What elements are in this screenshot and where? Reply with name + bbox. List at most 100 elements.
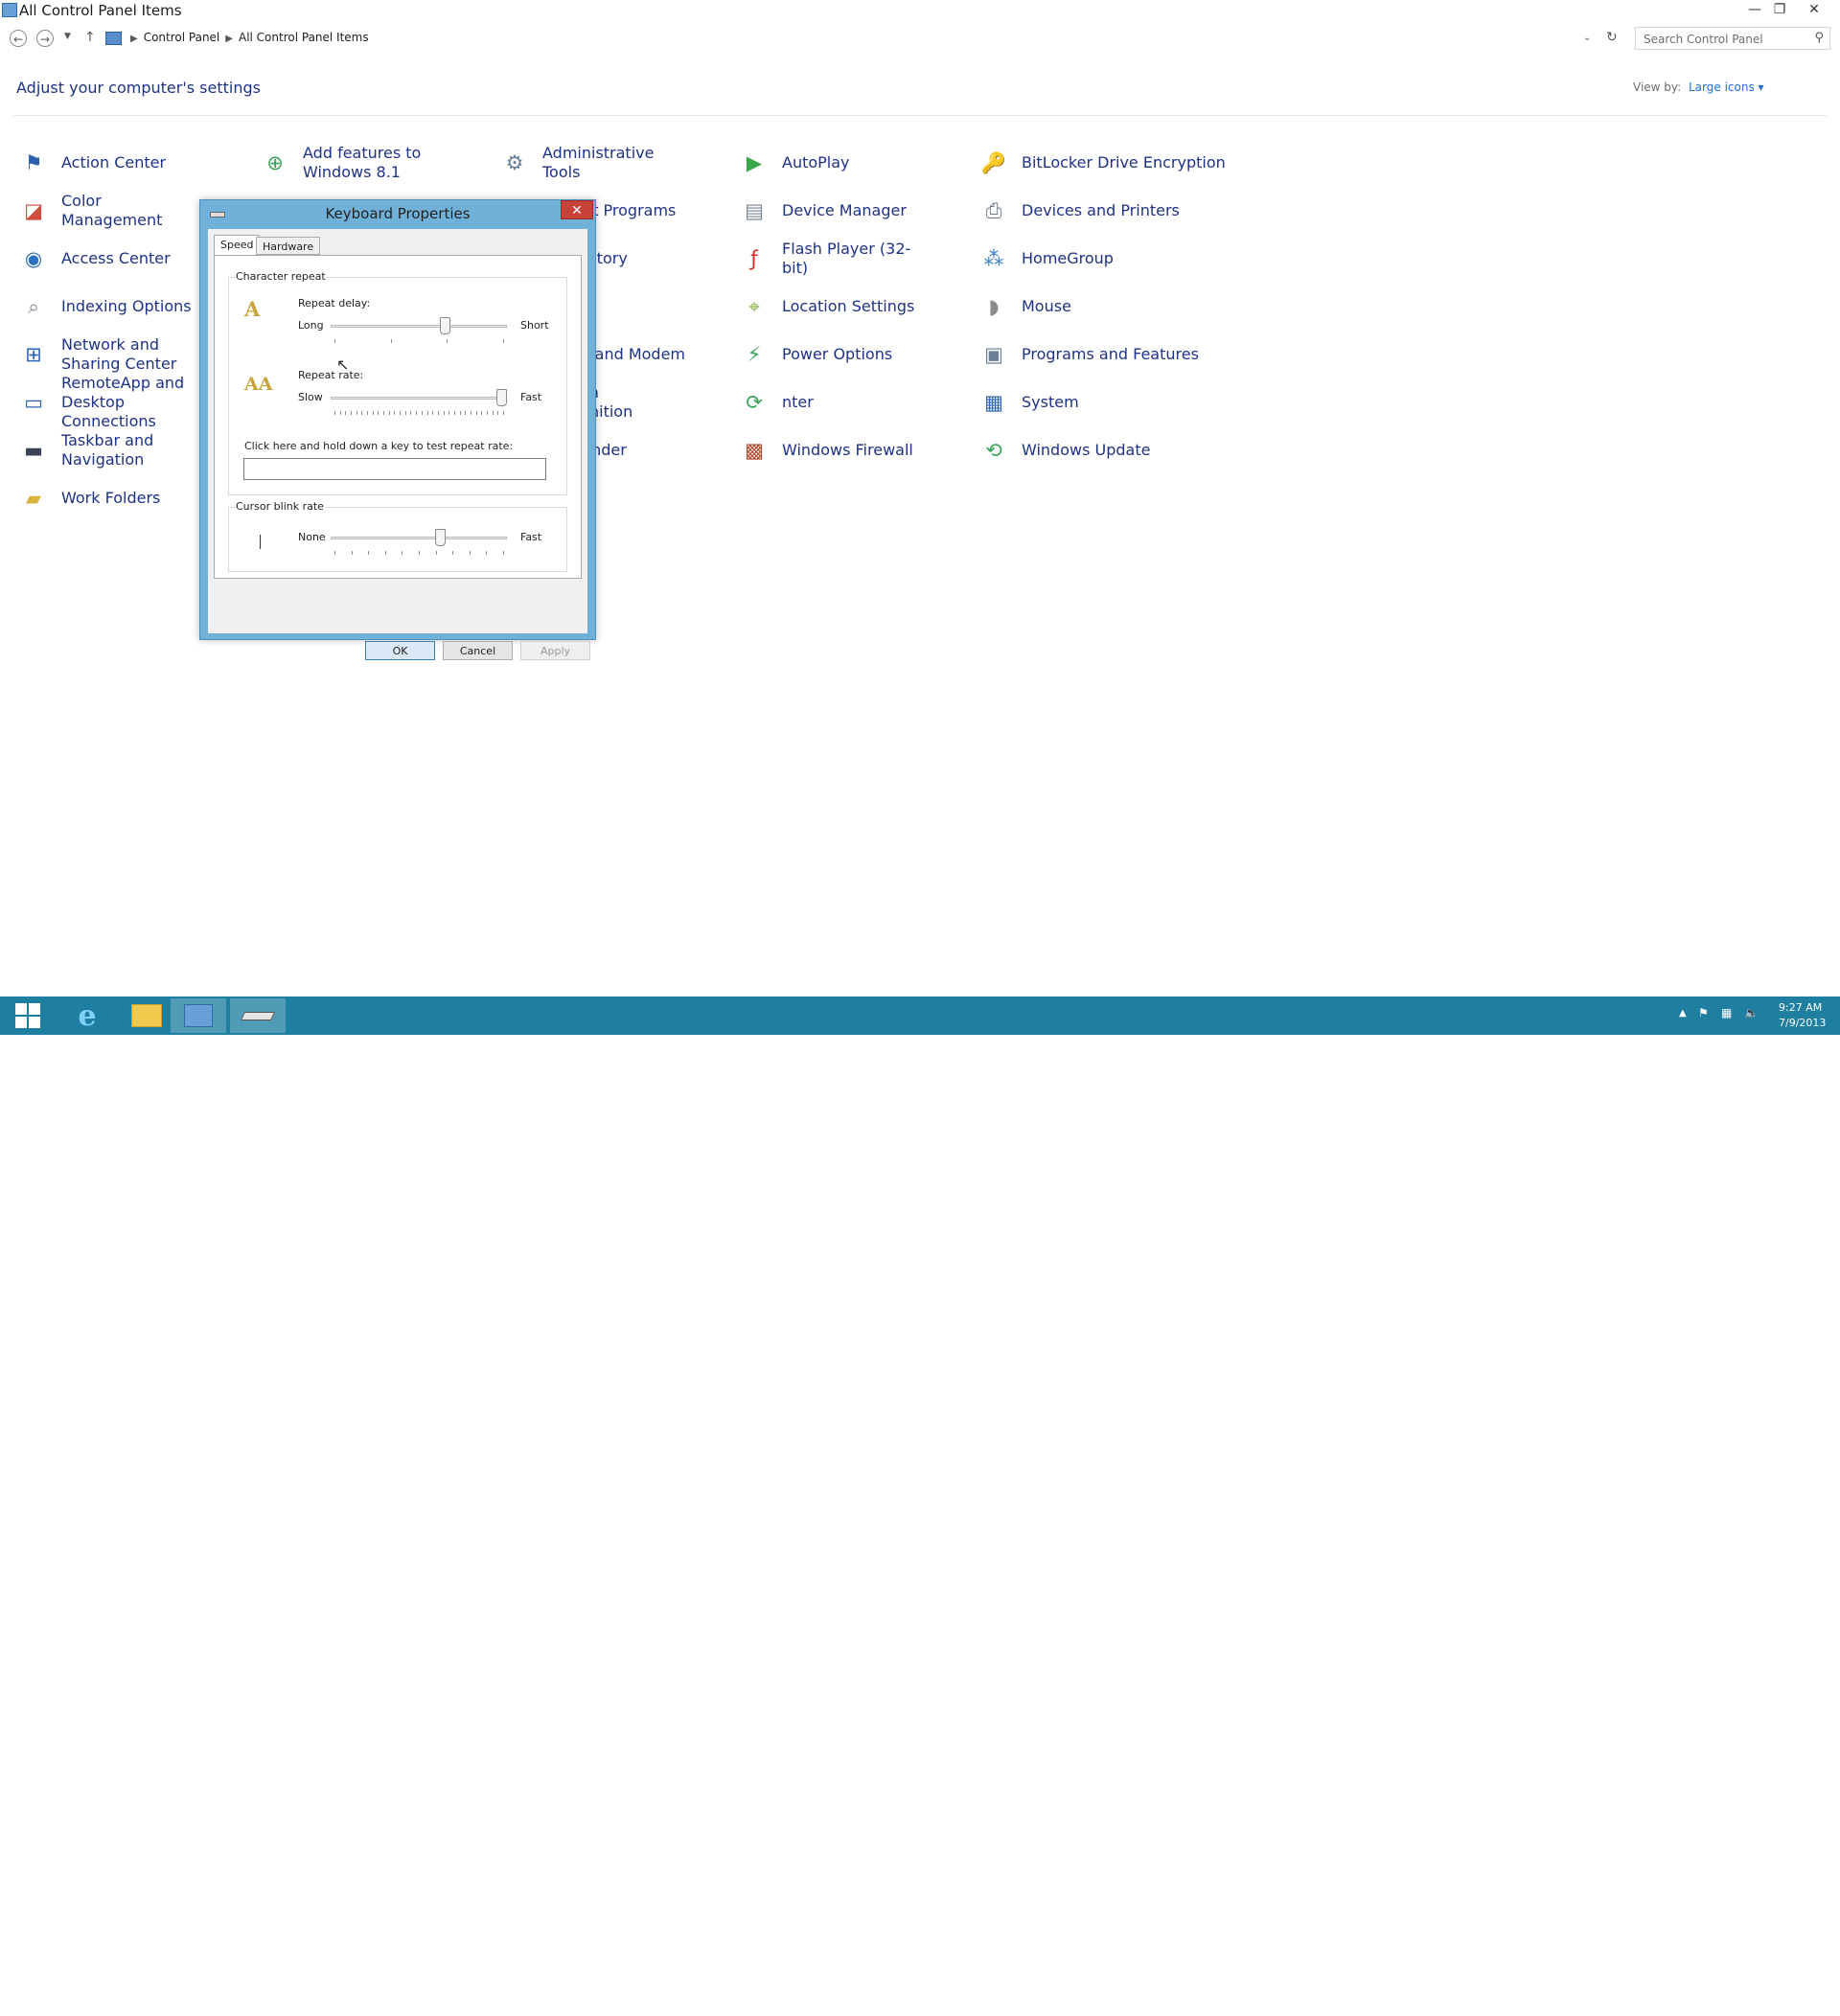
cp-item-label: Power Options — [782, 345, 893, 363]
control-panel-icon — [184, 1004, 213, 1027]
cp-item-admin-tools[interactable]: ⚙ Administrative Tools — [500, 144, 686, 182]
cp-item-sync-center[interactable]: ⟳ nter — [740, 383, 926, 422]
test-repeat-input[interactable] — [243, 458, 546, 480]
clock-time[interactable]: 9:27 AM — [1779, 1001, 1822, 1014]
forward-button[interactable]: → — [36, 30, 54, 47]
cp-item-label: Location Settings — [782, 297, 915, 315]
restore-button[interactable]: ❐ — [1767, 0, 1792, 19]
search-input[interactable] — [1642, 29, 1808, 50]
breadcrumb-control-panel[interactable]: Control Panel — [144, 31, 220, 44]
cp-item-label: Mouse — [1022, 297, 1071, 315]
cp-item-device-manager[interactable]: ▤ Device Manager — [740, 192, 926, 230]
system-icon: ▦ — [984, 391, 1003, 414]
show-hidden-icons-icon[interactable]: ▲ — [1679, 1008, 1687, 1019]
cp-item-indexing[interactable]: ⌕ Indexing Options — [19, 287, 205, 326]
cp-item-homegroup[interactable]: ⁂ HomeGroup — [979, 240, 1232, 278]
blink-max-label: Fast — [520, 531, 542, 543]
cp-item-label: Network and Sharing Center — [61, 335, 177, 373]
delay-max-label: Short — [520, 319, 549, 332]
taskbar-file-explorer[interactable] — [119, 998, 174, 1033]
breadcrumb-separator-icon: ▶ — [225, 34, 233, 44]
up-button[interactable]: ↑ — [84, 30, 96, 45]
taskbar-control-panel[interactable] — [171, 998, 226, 1033]
clock-date[interactable]: 7/9/2013 — [1779, 1017, 1826, 1029]
tab-speed[interactable]: Speed — [214, 235, 261, 256]
add-features-icon: ⊕ — [266, 151, 284, 174]
search-icon[interactable]: ⚲ — [1814, 31, 1824, 45]
cursor-blink-track[interactable] — [331, 537, 507, 539]
dialog-close-button[interactable]: ✕ — [561, 200, 593, 219]
header-divider — [13, 115, 1827, 116]
taskbar-keyboard-properties[interactable] — [230, 998, 286, 1033]
cp-item-location[interactable]: ⌖ Location Settings — [740, 287, 926, 326]
flag-icon: ⚑ — [24, 151, 43, 174]
view-by-dropdown[interactable]: Large icons ▾ — [1689, 80, 1764, 94]
cp-item-bitlocker[interactable]: 🔑 BitLocker Drive Encryption — [979, 144, 1232, 182]
cp-item-label: Administrative Tools — [542, 144, 655, 181]
repeat-rate-ticks — [334, 411, 504, 415]
repeat-rate-track[interactable] — [331, 397, 507, 400]
repeat-delay-label: Repeat delay: — [298, 297, 371, 309]
recent-locations-chevron-icon[interactable]: ▼ — [64, 32, 71, 41]
cp-item-windows-update[interactable]: ⟲ Windows Update — [979, 431, 1232, 470]
cp-item-system[interactable]: ▦ System — [979, 383, 1232, 422]
cp-item-label: Devices and Printers — [1022, 201, 1180, 219]
cursor-blink-legend: Cursor blink rate — [235, 500, 325, 513]
firewall-icon: ▩ — [745, 439, 764, 462]
cp-item-network[interactable]: ⊞ Network and Sharing Center — [19, 335, 205, 374]
cp-item-label: Device Manager — [782, 201, 907, 219]
close-window-button[interactable]: ✕ — [1802, 0, 1827, 19]
mouse-pointer-icon: ↖ — [336, 355, 350, 374]
cp-item-label: nter — [782, 393, 814, 411]
cp-item-work-folders[interactable]: ▰ Work Folders — [19, 479, 205, 517]
cp-item-taskbar[interactable]: ▬ Taskbar and Navigation — [19, 431, 205, 470]
cp-item-printer[interactable]: ⎙ Devices and Printers — [979, 192, 1232, 230]
taskbar-internet-explorer[interactable]: e — [59, 998, 115, 1033]
network-tray-icon[interactable]: ▦ — [1721, 1006, 1732, 1019]
cp-item-add-features[interactable]: ⊕ Add features to Windows 8.1 — [261, 144, 447, 182]
sync-center-icon: ⟳ — [746, 391, 763, 414]
cp-item-autoplay[interactable]: ▶ AutoPlay — [740, 144, 926, 182]
delay-min-label: Long — [298, 319, 324, 332]
cp-item-label: Access Center — [61, 249, 171, 267]
repeat-rate-slider-thumb[interactable] — [496, 389, 507, 406]
keyboard-icon — [240, 1011, 276, 1020]
dialog-body: Speed Hardware Character repeat A Repeat… — [208, 229, 590, 660]
internet-explorer-icon: e — [78, 998, 97, 1033]
work-folders-icon: ▰ — [25, 487, 42, 510]
cp-item-firewall[interactable]: ▩ Windows Firewall — [740, 431, 926, 470]
cp-item-label: AutoPlay — [782, 153, 850, 172]
cp-item-flash[interactable]: ƒ Flash Player (32-bit) — [740, 240, 926, 278]
location-icon: ⌖ — [748, 294, 760, 318]
cp-item-label: Action Center — [61, 153, 167, 172]
cp-item-power[interactable]: ⚡ Power Options — [740, 335, 926, 374]
start-button[interactable] — [0, 998, 56, 1033]
cp-item-flag[interactable]: ⚑ Action Center — [19, 144, 205, 182]
ease-of-access-icon: ◉ — [24, 247, 43, 270]
character-repeat-legend: Character repeat — [235, 270, 327, 283]
cp-item-color-management[interactable]: ◪ Color Management — [19, 192, 205, 230]
watermark: The Collection Book — [1660, 1995, 1840, 2016]
homegroup-icon: ⁂ — [983, 247, 1004, 270]
cp-item-mouse[interactable]: ◗ Mouse — [979, 287, 1232, 326]
action-center-flag-icon[interactable]: ⚑ — [1698, 1006, 1709, 1019]
repeat-delay-ticks — [334, 339, 504, 343]
volume-tray-icon[interactable]: 🔈 — [1744, 1006, 1759, 1019]
apply-button[interactable]: Apply — [520, 641, 590, 660]
back-button[interactable]: ← — [10, 30, 27, 47]
cursor-blink-slider-thumb[interactable] — [434, 529, 446, 546]
cp-item-ease-of-access[interactable]: ◉ Access Center — [19, 240, 205, 278]
cp-item-remoteapp[interactable]: ▭ RemoteApp and Desktop Connections — [19, 374, 205, 430]
ok-button[interactable]: OK — [365, 641, 435, 660]
cancel-button[interactable]: Cancel — [443, 641, 513, 660]
repeat-delay-track[interactable] — [331, 325, 507, 328]
cp-item-programs[interactable]: ▣ Programs and Features — [979, 335, 1232, 374]
repeat-delay-slider-thumb[interactable] — [440, 317, 451, 334]
device-manager-icon: ▤ — [745, 199, 764, 222]
rate-min-label: Slow — [298, 391, 323, 403]
tab-hardware[interactable]: Hardware — [256, 237, 321, 255]
refresh-button[interactable]: ↻ — [1606, 30, 1618, 45]
minimize-button[interactable]: — — [1742, 0, 1767, 19]
breadcrumb-all-items[interactable]: All Control Panel Items — [239, 31, 369, 44]
address-dropdown-chevron-icon[interactable]: ⌄ — [1583, 33, 1591, 43]
